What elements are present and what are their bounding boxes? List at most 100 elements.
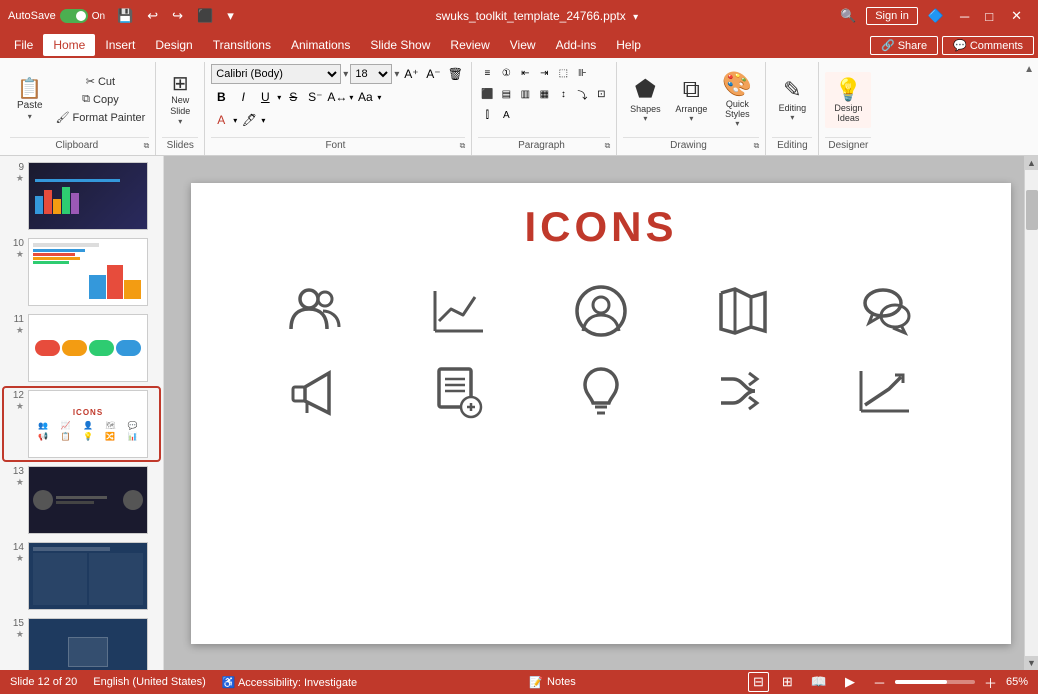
menu-design[interactable]: Design	[145, 34, 202, 56]
minimize-button[interactable]: ─	[954, 7, 975, 26]
numbered-list-button[interactable]: ①	[497, 64, 515, 82]
menu-view[interactable]: View	[500, 34, 546, 56]
editing-button[interactable]: ✎ Editing ▾	[772, 72, 812, 127]
highlight-button[interactable]: 🖊	[239, 110, 259, 130]
customize-button[interactable]: ▾	[221, 6, 240, 26]
align-left-button[interactable]: ⬛	[478, 85, 496, 103]
lightbulb-icon	[571, 361, 631, 421]
menu-transitions[interactable]: Transitions	[203, 34, 281, 56]
menu-review[interactable]: Review	[440, 34, 499, 56]
format-painter-icon: 🖌	[56, 111, 70, 124]
scroll-down-button[interactable]: ▼	[1025, 656, 1038, 670]
slide-thumb-14[interactable]: 14 ★	[4, 540, 159, 612]
underline-dropdown[interactable]: ▾	[277, 93, 281, 102]
align-text-button[interactable]: ⊡	[592, 85, 610, 103]
copy-button[interactable]: ⧉ Copy	[52, 91, 150, 108]
quick-styles-button[interactable]: 🎨 Quick Styles ▾	[715, 68, 759, 132]
close-button[interactable]: ✕	[1003, 6, 1030, 26]
font-size-select[interactable]: 18	[350, 64, 392, 84]
align-center-button[interactable]: ▤	[497, 85, 515, 103]
font-case-button[interactable]: Aa	[355, 87, 375, 107]
highlight-dropdown[interactable]: ▾	[261, 116, 265, 125]
justify-button[interactable]: ▦	[535, 85, 553, 103]
zoom-slider[interactable]	[895, 680, 975, 684]
design-ideas-button[interactable]: 💡 Design Ideas	[825, 72, 871, 128]
slide-thumb-12[interactable]: 12 ★ ICONS 👥 📈 👤 🗺 💬 📢 📋 💡 🔀	[4, 388, 159, 460]
slide-image-9	[28, 162, 148, 230]
clear-format-button[interactable]: 🗑	[445, 64, 465, 84]
font-color-dropdown[interactable]: ▾	[233, 116, 237, 125]
menu-animations[interactable]: Animations	[281, 34, 360, 56]
dropdown-arrow-title[interactable]: ▾	[633, 12, 638, 23]
slide-thumb-15[interactable]: 15 ★	[4, 616, 159, 670]
font-family-select[interactable]: Calibri (Body)	[211, 64, 341, 84]
slide-thumb-10[interactable]: 10 ★	[4, 236, 159, 308]
column-button[interactable]: ⊪	[573, 64, 591, 82]
bullets-button[interactable]: ≡	[478, 64, 496, 82]
strikethrough-button[interactable]: S	[283, 87, 303, 107]
slide-thumb-11[interactable]: 11 ★	[4, 312, 159, 384]
sign-in-button[interactable]: Sign in	[866, 7, 918, 25]
normal-view-button[interactable]: ⊟	[748, 672, 769, 692]
underline-button[interactable]: U	[255, 87, 275, 107]
share-button[interactable]: 🔗 Share	[870, 36, 938, 55]
menu-insert[interactable]: Insert	[95, 34, 145, 56]
bold-button[interactable]: B	[211, 87, 231, 107]
notes-button[interactable]: 📝 Notes	[529, 676, 575, 689]
char-spacing-dropdown[interactable]: ▾	[349, 93, 353, 102]
menu-home[interactable]: Home	[43, 34, 95, 56]
cut-button[interactable]: ✂ Cut	[52, 73, 150, 90]
line-spacing-button[interactable]: ↕	[554, 85, 572, 103]
columns-button[interactable]: ⫿	[478, 106, 496, 124]
menu-addins[interactable]: Add-ins	[546, 34, 607, 56]
zoom-bar: － ＋ 65%	[868, 671, 1028, 694]
decrease-font-button[interactable]: A⁻	[423, 64, 443, 84]
drawing-launcher[interactable]: ⧉	[754, 141, 760, 151]
menu-help[interactable]: Help	[606, 34, 651, 56]
scroll-thumb[interactable]	[1026, 190, 1038, 230]
ribbon-store-button[interactable]: 🔷	[922, 6, 950, 26]
italic-button[interactable]: I	[233, 87, 253, 107]
paragraph-launcher[interactable]: ⧉	[605, 141, 611, 151]
zoom-out-button[interactable]: －	[868, 671, 891, 694]
font-color-button[interactable]: A	[211, 110, 231, 130]
zoom-in-button[interactable]: ＋	[979, 671, 1002, 694]
font-case-dropdown[interactable]: ▾	[377, 93, 381, 102]
editing-icon: ✎	[783, 77, 801, 103]
slide-thumb-13[interactable]: 13 ★	[4, 464, 159, 536]
search-button[interactable]: 🔍	[834, 6, 862, 26]
align-right-button[interactable]: ▥	[516, 85, 534, 103]
present-button[interactable]: ⬛	[191, 6, 219, 26]
decrease-indent-button[interactable]: ⇤	[516, 64, 534, 82]
scroll-up-button[interactable]: ▲	[1025, 156, 1038, 170]
menu-file[interactable]: File	[4, 34, 43, 56]
format-painter-button[interactable]: 🖌 Format Painter	[52, 109, 150, 126]
increase-font-button[interactable]: A⁺	[401, 64, 421, 84]
undo-button[interactable]: ↩	[141, 6, 164, 26]
smart-art-button[interactable]: ⬚	[554, 64, 572, 82]
shapes-button[interactable]: ⬟ Shapes ▾	[623, 73, 667, 127]
icons-grid	[231, 281, 971, 421]
clipboard-launcher[interactable]: ⧉	[144, 141, 150, 151]
new-slide-button[interactable]: ⊞ New Slide ▾	[162, 70, 198, 130]
slide-sorter-button[interactable]: ⊞	[777, 672, 798, 692]
text-shadow-button[interactable]: A	[497, 106, 515, 124]
font-launcher[interactable]: ⧉	[460, 141, 466, 151]
redo-button[interactable]: ↪	[166, 6, 189, 26]
paste-button[interactable]: 📋 Paste ▾	[10, 70, 50, 130]
text-direction-button[interactable]: ⤵	[573, 85, 591, 103]
shadow-button[interactable]: S⁻	[305, 87, 325, 107]
ribbon-collapse-button[interactable]: ▲	[1022, 62, 1036, 77]
increase-indent-button[interactable]: ⇥	[535, 64, 553, 82]
slideshow-button[interactable]: ▶	[840, 672, 860, 692]
autosave-toggle[interactable]	[60, 9, 88, 23]
slide-thumb-9[interactable]: 9 ★	[4, 160, 159, 232]
save-button[interactable]: 💾	[111, 6, 139, 26]
map-icon	[713, 281, 773, 341]
comments-button[interactable]: 💬 Comments	[942, 36, 1034, 55]
maximize-button[interactable]: □	[979, 7, 999, 26]
menu-slideshow[interactable]: Slide Show	[360, 34, 440, 56]
arrange-button[interactable]: ⧉ Arrange ▾	[669, 73, 713, 127]
char-spacing-button[interactable]: A↔	[327, 87, 347, 107]
reading-view-button[interactable]: 📖	[806, 672, 832, 692]
